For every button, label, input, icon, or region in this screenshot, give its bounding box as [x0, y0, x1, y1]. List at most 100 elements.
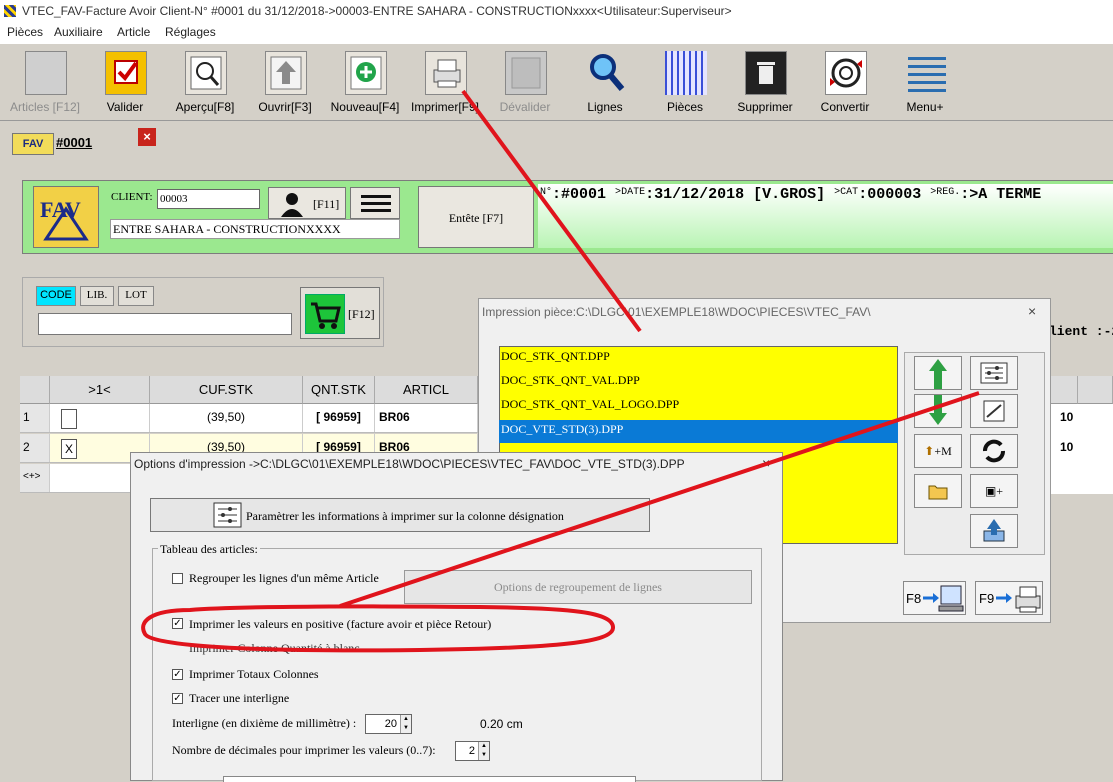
window-title: VTEC_FAV-Facture Avoir Client-N° #0001 d…	[22, 4, 732, 18]
convertir-button[interactable]: Convertir	[806, 48, 884, 118]
devalider-button[interactable]: Dévalider	[486, 48, 564, 118]
fav-tab-icon: FAV	[12, 133, 54, 155]
spinner-arrows-icon: ▲ ▼	[400, 715, 411, 733]
trash-icon	[745, 51, 787, 95]
refresh-icon	[983, 439, 1005, 463]
import-model-button[interactable]: ⬆+M	[914, 434, 962, 468]
col-qnt-header[interactable]: QNT.STK	[303, 376, 375, 404]
filter-lot-button[interactable]: LOT	[118, 286, 154, 306]
tab-close-button[interactable]: ×	[138, 128, 156, 146]
valider-button[interactable]: Valider	[86, 48, 164, 118]
document-info-text: N°:#0001 >DATE:31/12/2018 [V.GROS] >CAT:…	[540, 186, 1042, 203]
edit-form-icon	[983, 400, 1005, 422]
preview-f8-button[interactable]: F8	[903, 581, 966, 615]
lignes-button[interactable]: Lignes	[566, 48, 644, 118]
menu-plus-button[interactable]: Menu+	[886, 48, 964, 118]
ouvrir-button[interactable]: Ouvrir[F3]	[246, 48, 324, 118]
checkmark-icon	[105, 51, 147, 95]
decimals-spinner[interactable]: 2 ▲ ▼	[455, 741, 490, 761]
supprimer-button[interactable]: Supprimer	[726, 48, 804, 118]
cart-key-label: [F12]	[348, 307, 375, 321]
new-model-button[interactable]: ▣+	[970, 474, 1018, 508]
menu-pieces[interactable]: Pièces	[7, 25, 43, 39]
col-article-header[interactable]: ARTICL	[375, 376, 478, 404]
import-icon: ⬆	[924, 444, 935, 458]
client-name-field[interactable]: ENTRE SAHARA - CONSTRUCTIONXXXX	[110, 219, 400, 239]
menu-article[interactable]: Article	[117, 25, 150, 39]
document-number[interactable]: #0001	[56, 135, 92, 150]
print-f9-button[interactable]: F9	[975, 581, 1043, 615]
grid-nav-label[interactable]: <+>	[20, 464, 50, 492]
client-menu-button[interactable]	[350, 187, 400, 219]
spinner-arrows-icon: ▲ ▼	[478, 742, 489, 760]
print-model-item[interactable]: DOC_STK_QNT.DPP	[501, 349, 610, 364]
print-options-title: Options d'impression ->C:\DLGC\01\EXEMPL…	[134, 457, 685, 471]
interline-cm-value: 0.20 cm	[480, 717, 523, 731]
table-row[interactable]: 1 (39,50) [ 96959] BR06	[20, 404, 478, 433]
row-article-cell: BR06	[375, 404, 478, 432]
user-icon	[281, 193, 303, 217]
totals-checkbox[interactable]: ✓	[172, 669, 183, 680]
print-model-item[interactable]: DOC_STK_QNT_VAL.DPP	[501, 373, 640, 388]
articles-icon	[25, 51, 67, 95]
col-cuf-header[interactable]: CUF.STK	[150, 376, 303, 404]
col-select-header[interactable]: >1<	[50, 376, 150, 404]
edit-model-button[interactable]	[970, 394, 1018, 428]
new-form-icon: ▣	[984, 484, 997, 498]
positive-values-checkbox[interactable]: ✓	[172, 618, 183, 629]
positive-values-label: Imprimer les valeurs en positive (factur…	[189, 617, 492, 632]
impression-close-button[interactable]: ×	[1028, 303, 1036, 319]
search-input[interactable]	[38, 313, 292, 335]
bottom-input-field[interactable]	[223, 776, 636, 782]
move-up-button[interactable]	[914, 356, 962, 390]
hamburger-icon	[361, 195, 391, 212]
interline-size-spinner[interactable]: 20 ▲ ▼	[365, 714, 412, 734]
pieces-button[interactable]: Pièces	[646, 48, 724, 118]
interline-checkbox[interactable]: ✓	[172, 693, 183, 704]
user-key-label: [F11]	[313, 197, 340, 211]
export-model-button[interactable]	[970, 514, 1018, 548]
client-balance-label: lient :-29	[1049, 324, 1113, 339]
interline-size-label: Interligne (en dixième de millimètre) :	[172, 716, 357, 730]
client-label: CLIENT:	[111, 191, 153, 203]
app-icon	[4, 5, 16, 17]
entete-button[interactable]: Entête [F7]	[418, 186, 534, 248]
convert-icon	[825, 51, 867, 95]
menu-auxiliaire[interactable]: Auxiliaire	[54, 25, 103, 39]
row-select-cell[interactable]	[50, 404, 150, 432]
row-number: 1	[20, 404, 50, 432]
designation-settings-label: Paramètrer les informations à imprimer s…	[246, 509, 564, 523]
green-arrow-up-icon	[929, 359, 947, 389]
apercu-button[interactable]: Aperçu[F8]	[166, 48, 244, 118]
print-model-item[interactable]: DOC_STK_QNT_VAL_LOGO.DPP	[501, 397, 679, 412]
row-qty-cell: 10	[1060, 440, 1074, 454]
add-to-cart-button[interactable]: [F12]	[300, 287, 380, 339]
nouveau-button[interactable]: Nouveau[F4]	[326, 48, 404, 118]
move-down-button[interactable]	[914, 394, 962, 428]
blank-qty-label: Imprimer Colonne Quantité à blanc	[189, 641, 360, 655]
client-code-input[interactable]: 00003	[157, 189, 260, 209]
fav-logo: FAV	[33, 186, 99, 248]
grid-corner-header	[20, 376, 50, 404]
print-model-item-selected[interactable]: DOC_VTE_STD(3).DPP	[501, 422, 623, 437]
filter-code-button[interactable]: CODE	[36, 286, 76, 306]
articles-button[interactable]: Articles [F12]	[6, 48, 84, 118]
filter-lib-button[interactable]: LIB.	[80, 286, 114, 306]
up-arrow-icon	[265, 51, 307, 95]
grid-icon	[665, 51, 707, 95]
green-arrow-down-icon	[929, 395, 947, 425]
col-extra-header	[1078, 376, 1113, 404]
preview-icon	[185, 51, 227, 95]
articles-table-group-title: Tableau des articles:	[158, 542, 260, 557]
client-lookup-button[interactable]: [F11]	[268, 187, 346, 219]
regroup-checkbox[interactable]	[172, 573, 183, 584]
regroup-options-button[interactable]: Options de regroupement de lignes	[404, 570, 752, 604]
refresh-button[interactable]	[970, 434, 1018, 468]
menu-reglages[interactable]: Réglages	[165, 25, 216, 39]
print-options-close-button[interactable]: ×	[762, 455, 770, 471]
title-bar: VTEC_FAV-Facture Avoir Client-N° #0001 d…	[0, 0, 1113, 22]
regroup-label: Regrouper les lignes d'un même Article	[189, 571, 379, 585]
open-folder-button[interactable]	[914, 474, 962, 508]
imprimer-button[interactable]: Imprimer[F9]	[406, 48, 484, 118]
print-settings-button[interactable]	[970, 356, 1018, 390]
